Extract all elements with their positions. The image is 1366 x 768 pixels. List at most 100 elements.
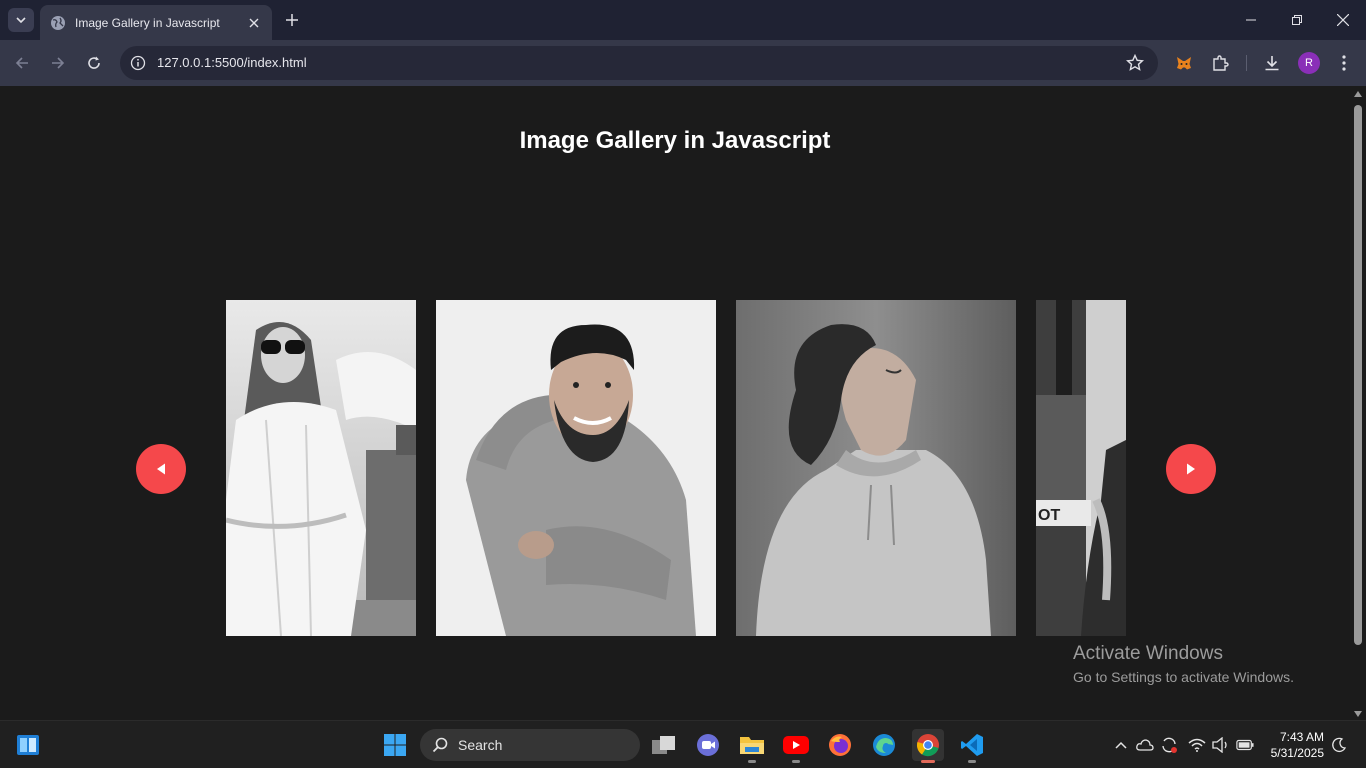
volume-tray-icon[interactable] [1212, 736, 1230, 754]
wifi-tray-icon[interactable] [1188, 736, 1206, 754]
metamask-extension-icon[interactable] [1174, 53, 1194, 73]
downloads-icon[interactable] [1262, 53, 1282, 73]
back-button[interactable] [10, 51, 34, 75]
minimize-button[interactable] [1228, 0, 1274, 40]
man-street-image: OT [1036, 300, 1126, 636]
triangle-right-icon [1187, 463, 1195, 475]
close-icon [249, 18, 259, 27]
man-hoodie-image [736, 300, 1016, 636]
page-title: Image Gallery in Javascript [519, 127, 831, 154]
svg-text:OT: OT [1038, 507, 1060, 524]
menu-kebab-icon[interactable] [1334, 53, 1354, 73]
chrome-icon [916, 734, 939, 757]
running-indicator [792, 760, 800, 763]
new-tab-button[interactable] [281, 9, 303, 31]
tab-title: Image Gallery in Javascript [75, 15, 220, 30]
web-page: Image Gallery in Javascript OT [0, 87, 1350, 720]
plus-icon [286, 14, 298, 26]
watermark-subtitle: Go to Settings to activate Windows. [1073, 669, 1294, 685]
taskbar-app-file-explorer[interactable] [736, 729, 768, 763]
youtube-icon [783, 736, 809, 754]
scroll-up-icon[interactable] [1354, 91, 1362, 97]
taskbar-app-firefox[interactable] [824, 729, 856, 761]
search-label: Search [458, 737, 503, 753]
taskbar-app-youtube[interactable] [780, 729, 812, 763]
tab-search-button[interactable] [8, 8, 34, 32]
bookmark-star-icon[interactable] [1126, 54, 1144, 72]
sync-icon [1162, 737, 1177, 753]
moon-icon [1332, 737, 1347, 752]
reload-icon [88, 56, 100, 69]
close-window-button[interactable] [1320, 0, 1366, 40]
arrow-right-icon [52, 57, 65, 69]
onedrive-tray-icon[interactable] [1136, 736, 1154, 754]
clock-time: 7:43 AM [1279, 730, 1324, 744]
forward-button[interactable] [46, 51, 70, 75]
taskbar-app-meet[interactable] [692, 729, 724, 761]
scrollbar-thumb[interactable] [1354, 105, 1362, 645]
tab-close-button[interactable] [246, 15, 262, 31]
taskbar-search[interactable]: Search [420, 729, 640, 761]
gallery-photo-4[interactable]: OT [1036, 300, 1126, 636]
notifications-button[interactable] [1330, 736, 1348, 754]
firefox-icon [829, 734, 851, 756]
wifi-icon [1188, 738, 1206, 752]
activate-windows-watermark: Activate Windows Go to Settings to activ… [1073, 643, 1294, 685]
sync-tray-icon[interactable] [1160, 736, 1178, 754]
file-explorer-icon [740, 737, 764, 754]
chevron-up-icon [1115, 741, 1127, 749]
globe-icon [51, 15, 65, 30]
image-gallery[interactable]: OT [226, 300, 1126, 636]
extensions-icon[interactable] [1210, 53, 1230, 73]
browser-tab[interactable]: Image Gallery in Javascript [40, 5, 272, 40]
taskbar-app-edge[interactable] [868, 729, 900, 761]
browser-toolbar: 127.0.0.1:5500/index.html [0, 40, 1366, 86]
widgets-button[interactable] [12, 729, 44, 761]
gallery-photo-1[interactable] [226, 300, 416, 636]
clock-date: 5/31/2025 [1270, 746, 1324, 760]
browser-tab-bar: Image Gallery in Javascript [0, 0, 1366, 40]
file-manager-icon [652, 736, 675, 754]
cloud-icon [1136, 739, 1154, 751]
show-hidden-icons-button[interactable] [1112, 736, 1130, 754]
widgets-icon [17, 735, 39, 755]
gallery-photo-2[interactable] [436, 300, 716, 636]
meet-icon [697, 734, 719, 756]
reload-button[interactable] [82, 51, 106, 75]
woman-portrait-image [226, 300, 416, 636]
battery-icon [1236, 739, 1254, 751]
close-icon [1337, 14, 1349, 26]
arrow-left-icon [15, 57, 28, 69]
chevron-down-icon [16, 17, 26, 24]
taskbar-app-task-view[interactable] [648, 729, 680, 761]
speaker-icon [1212, 737, 1227, 753]
taskbar-app-vscode[interactable] [956, 729, 988, 763]
edge-icon [873, 734, 895, 756]
url-text[interactable]: 127.0.0.1:5500/index.html [157, 55, 307, 70]
site-info-icon[interactable] [130, 55, 146, 71]
start-button[interactable] [379, 729, 411, 761]
restore-icon [1292, 15, 1302, 25]
running-indicator [968, 760, 976, 763]
bearded-man-image [436, 300, 716, 636]
profile-avatar[interactable]: R [1298, 52, 1320, 74]
windows-taskbar: Search 7:43 AM 5/31/2025 [0, 720, 1366, 768]
restore-button[interactable] [1274, 0, 1320, 40]
windows-logo-icon [384, 734, 406, 756]
vscode-icon [961, 734, 983, 756]
toolbar-divider [1246, 55, 1247, 71]
taskbar-app-chrome[interactable] [912, 729, 944, 763]
watermark-title: Activate Windows [1073, 643, 1223, 664]
battery-tray-icon[interactable] [1236, 736, 1254, 754]
taskbar-clock[interactable]: 7:43 AM 5/31/2025 [1258, 729, 1324, 761]
prev-button[interactable] [136, 444, 186, 494]
page-scrollbar[interactable] [1350, 87, 1366, 720]
gallery-photo-3[interactable] [736, 300, 1016, 636]
minimize-icon [1246, 19, 1256, 21]
active-indicator [921, 760, 935, 763]
triangle-left-icon [157, 463, 165, 475]
next-button[interactable] [1166, 444, 1216, 494]
scroll-down-icon[interactable] [1354, 711, 1362, 717]
search-icon [432, 737, 448, 753]
address-bar[interactable]: 127.0.0.1:5500/index.html [120, 46, 1158, 80]
